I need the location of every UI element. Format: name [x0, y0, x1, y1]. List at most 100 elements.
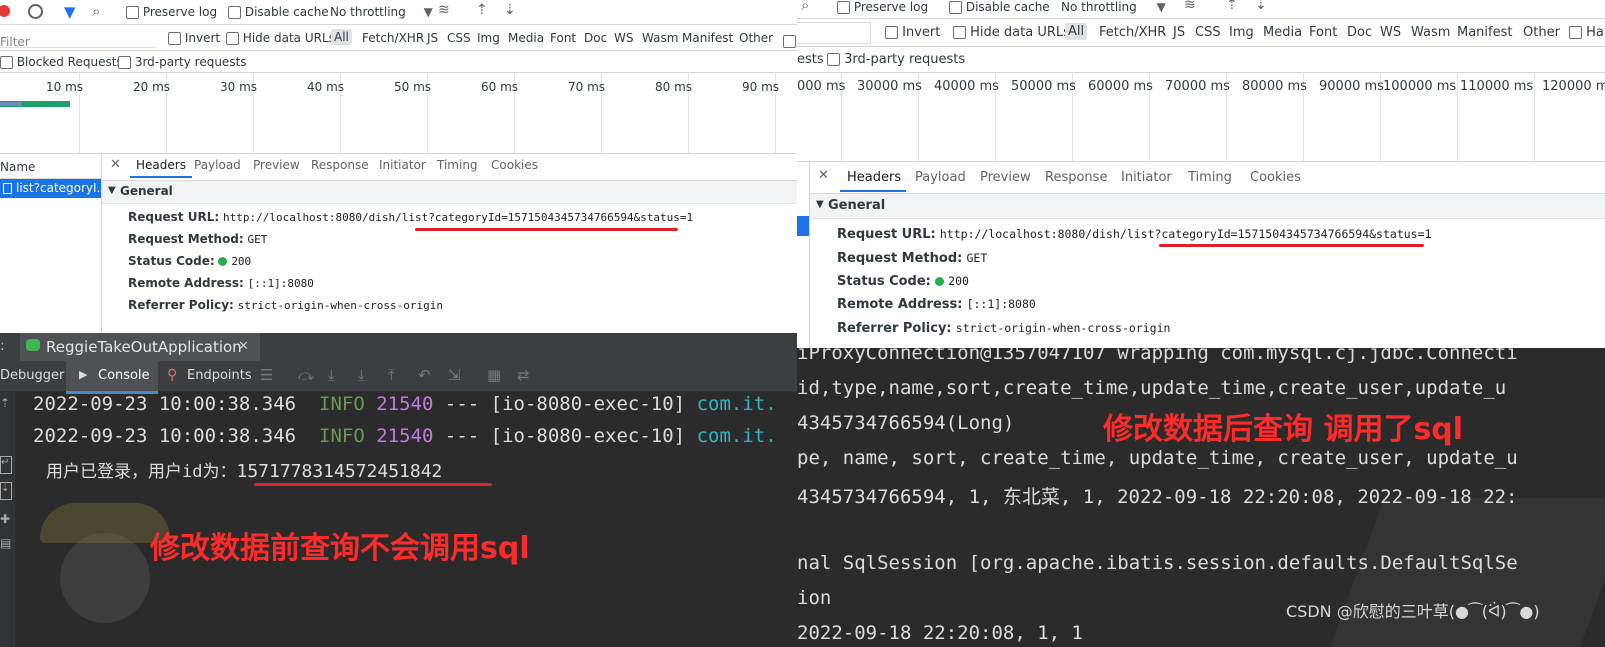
tab-initiator[interactable]: Initiator: [1121, 170, 1172, 185]
filter-ws[interactable]: WS: [1380, 25, 1401, 40]
timeline-tick: 60 ms: [481, 80, 519, 94]
filter-manifest[interactable]: Manifest: [682, 31, 733, 45]
print-icon[interactable]: ▤: [0, 536, 11, 550]
header-status-code: Status Code: 200: [837, 274, 969, 289]
throttling-select[interactable]: No throttling ▼: [1061, 0, 1166, 14]
general-section-header[interactable]: ▼ General: [810, 193, 1605, 219]
filter-media[interactable]: Media: [1263, 25, 1302, 40]
filter-other[interactable]: Other: [1523, 25, 1560, 40]
filter-more-checkbox[interactable]: [783, 31, 796, 50]
filter-img[interactable]: Img: [477, 31, 500, 45]
tab-console[interactable]: ▶ Console: [66, 361, 158, 394]
timeline-overview[interactable]: 10 ms 20 ms 30 ms 40 ms 50 ms 60 ms 70 m…: [0, 73, 797, 153]
tab-preview[interactable]: Preview: [980, 170, 1031, 185]
step-into-icon[interactable]: ⤓: [328, 366, 335, 384]
filter-other[interactable]: Other: [739, 31, 773, 45]
search-icon[interactable]: ⌕: [92, 2, 100, 20]
filter-img[interactable]: Img: [1229, 25, 1254, 40]
clear-icon[interactable]: [28, 4, 43, 19]
import-icon[interactable]: ⇡: [1226, 0, 1238, 13]
disable-cache-checkbox[interactable]: Disable cache: [228, 5, 329, 19]
tab-timing[interactable]: Timing: [437, 158, 478, 172]
tab-headers[interactable]: Headers: [136, 158, 186, 172]
export-icon[interactable]: ⇣: [504, 2, 516, 18]
invert-checkbox[interactable]: Invert: [168, 31, 220, 45]
hide-data-urls-checkbox[interactable]: Hide data URLs: [953, 25, 1070, 40]
filter-css[interactable]: CSS: [1195, 25, 1221, 40]
tab-payload[interactable]: Payload: [915, 170, 966, 185]
request-row-selected[interactable]: [797, 216, 809, 236]
record-icon[interactable]: [0, 5, 10, 17]
filter-input[interactable]: Filter: [0, 27, 156, 49]
close-details-icon[interactable]: ✕: [110, 157, 121, 172]
filter-doc[interactable]: Doc: [584, 31, 607, 45]
right-devtools-panel: ⌕ Preserve log Disable cache No throttli…: [797, 0, 1605, 348]
tab-initiator[interactable]: Initiator: [379, 158, 426, 172]
scroll-end-icon[interactable]: ⇣: [0, 482, 12, 500]
filter-input[interactable]: [797, 22, 871, 44]
filter-media[interactable]: Media: [508, 31, 544, 45]
header-remote-address: Remote Address: [::1]:8080: [837, 297, 1036, 312]
invert-checkbox[interactable]: Invert: [885, 25, 940, 40]
tab-preview[interactable]: Preview: [253, 158, 300, 172]
import-icon[interactable]: ⇡: [476, 2, 488, 18]
filter-js[interactable]: JS: [1173, 25, 1185, 40]
filter-wasm[interactable]: Wasm: [1411, 25, 1450, 40]
soft-wrap-icon[interactable]: ↵: [0, 456, 12, 474]
filter-doc[interactable]: Doc: [1347, 25, 1372, 40]
wifi-icon[interactable]: ≋: [1184, 0, 1196, 13]
throttling-select[interactable]: No throttling ▼: [330, 5, 433, 19]
tab-response[interactable]: Response: [311, 158, 369, 172]
name-column-header[interactable]: Name: [0, 160, 35, 174]
right-ide-console: iProxyConnection@1357047107 wrapping com…: [797, 348, 1605, 647]
filter-css[interactable]: CSS: [447, 31, 471, 45]
run-tab-app[interactable]: ReggieTakeOutApplication ✕: [20, 333, 260, 364]
tab-cookies[interactable]: Cookies: [1250, 170, 1301, 185]
filter-fetch-xhr[interactable]: Fetch/XHR: [362, 31, 424, 45]
tab-response[interactable]: Response: [1045, 170, 1107, 185]
filter-has-blocked-checkbox[interactable]: Ha: [1569, 25, 1604, 40]
hide-data-urls-checkbox[interactable]: Hide data URLs: [226, 31, 335, 45]
tab-cookies[interactable]: Cookies: [491, 158, 538, 172]
tab-debugger[interactable]: Debugger: [0, 368, 64, 383]
evaluate-icon[interactable]: ▦: [487, 366, 501, 384]
step-out-icon[interactable]: ⤒: [388, 366, 395, 384]
preserve-log-checkbox[interactable]: Preserve log: [837, 0, 928, 14]
close-details-icon[interactable]: ✕: [818, 168, 829, 183]
tab-headers[interactable]: Headers: [847, 170, 901, 185]
disable-cache-checkbox[interactable]: Disable cache: [949, 0, 1050, 14]
filter-manifest[interactable]: Manifest: [1457, 25, 1512, 40]
header-remote-address: Remote Address: [::1]:8080: [128, 276, 314, 290]
filter-font[interactable]: Font: [1309, 25, 1337, 40]
pin-icon[interactable]: ✚: [0, 512, 10, 526]
run-to-cursor-icon[interactable]: ⇲: [448, 366, 461, 384]
request-row-selected[interactable]: list?categoryI...: [0, 179, 108, 198]
export-icon[interactable]: ⇣: [1255, 0, 1267, 13]
tab-endpoints[interactable]: Endpoints: [187, 368, 252, 383]
general-section-header[interactable]: ▼ General: [102, 180, 797, 204]
tab-payload[interactable]: Payload: [194, 158, 241, 172]
preserve-log-checkbox[interactable]: Preserve log: [126, 5, 217, 19]
filter-js[interactable]: JS: [427, 31, 438, 45]
filter-icon[interactable]: ▼: [64, 3, 76, 21]
close-tab-icon[interactable]: ✕: [238, 339, 249, 354]
third-party-checkbox[interactable]: 3rd-party requests: [118, 55, 247, 69]
timeline-overview[interactable]: 000 ms 30000 ms 40000 ms 50000 ms 60000 …: [797, 73, 1605, 161]
filter-wasm[interactable]: Wasm: [642, 31, 678, 45]
blocked-requests-checkbox[interactable]: Blocked Requests: [0, 55, 123, 69]
drop-frame-icon[interactable]: ↶: [418, 366, 431, 384]
filter-all[interactable]: All: [331, 29, 352, 45]
filter-font[interactable]: Font: [550, 31, 576, 45]
menu-icon[interactable]: ☰: [260, 366, 273, 384]
search-icon[interactable]: ⌕: [801, 0, 809, 14]
trace-icon[interactable]: ⇄: [517, 366, 530, 384]
step-over-icon[interactable]: ⤼: [298, 366, 314, 384]
sql-log-line: 4345734766594(Long): [797, 412, 1015, 434]
wifi-icon[interactable]: ≋: [438, 2, 450, 18]
filter-all[interactable]: All: [1065, 23, 1088, 40]
third-party-checkbox[interactable]: 3rd-party requests: [827, 52, 965, 67]
filter-ws[interactable]: WS: [614, 31, 633, 45]
filter-fetch-xhr[interactable]: Fetch/XHR: [1099, 25, 1166, 40]
force-step-icon[interactable]: ⤓: [358, 366, 365, 384]
tab-timing[interactable]: Timing: [1188, 170, 1232, 185]
